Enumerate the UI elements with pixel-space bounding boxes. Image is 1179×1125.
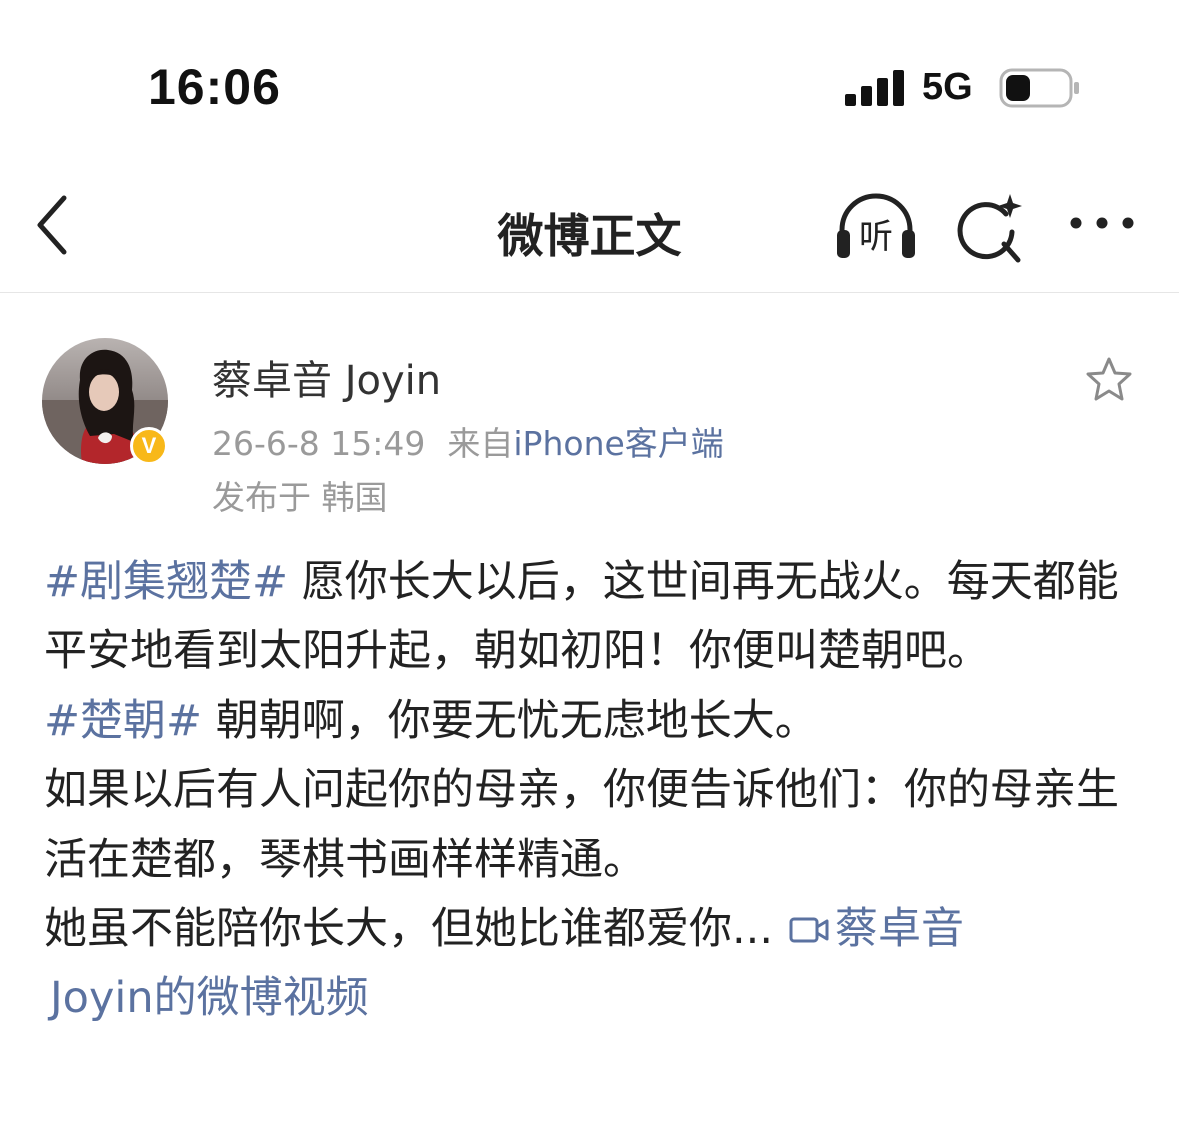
source-prefix: 来自 (447, 424, 514, 463)
status-time: 16:06 (148, 59, 281, 115)
cellular-signal-icon (845, 70, 905, 106)
post-paragraph-2: #楚朝# 朝朝啊，你要无忧无虑地长大。 (44, 687, 1144, 756)
listen-label: 听 (859, 217, 893, 257)
hashtag-link[interactable]: #剧集翘楚# (44, 557, 288, 607)
video-link-text[interactable]: Joyin的微博视频 (50, 973, 369, 1023)
post-body: #剧集翘楚# 愿你长大以后，这世间再无战火。每天都能平安地看到太阳升起，朝如初阳… (44, 548, 1144, 1034)
video-camera-icon (789, 917, 829, 943)
favorite-button[interactable] (1084, 355, 1134, 405)
search-button[interactable] (952, 190, 1028, 266)
status-bar: 16:06 5G (0, 0, 1179, 150)
more-button[interactable] (1066, 208, 1138, 238)
post-paragraph-5: Joyin的微博视频 (44, 964, 1144, 1033)
post-paragraph-1: #剧集翘楚# 愿你长大以后，这世间再无战火。每天都能平安地看到太阳升起，朝如初阳… (44, 548, 1144, 687)
more-dots-icon (1070, 217, 1134, 229)
post-paragraph-4: 她虽不能陪你长大，但她比谁都爱你... 蔡卓音 (44, 895, 1144, 964)
post-text: 她虽不能陪你长大，但她比谁都爱你... (44, 904, 774, 955)
battery-icon (999, 68, 1079, 108)
video-link[interactable]: 蔡卓音 (773, 904, 964, 954)
verified-badge: V (130, 427, 168, 465)
network-type: 5G (922, 66, 973, 108)
post-meta: 26-6-8 15:49 来自iPhone客户端 (212, 417, 724, 465)
star-icon (1086, 357, 1132, 401)
hashtag-link[interactable]: #楚朝# (44, 696, 202, 746)
source-link[interactable]: iPhone客户端 (513, 424, 723, 463)
post-location: 发布于 韩国 (212, 478, 388, 517)
video-link-text[interactable]: 蔡卓音 (835, 904, 964, 954)
post-paragraph-3: 如果以后有人问起你的母亲，你便告诉他们：你的母亲生活在楚都，琴棋书画样样精通。 (44, 765, 1119, 885)
listen-button[interactable]: 听 (834, 190, 918, 262)
author-name[interactable]: 蔡卓音 Joyin (212, 348, 441, 406)
post-text: 朝朝啊，你要无忧无虑地长大。 (202, 695, 818, 746)
search-sparkle-icon (957, 194, 1022, 263)
nav-bar: 微博正文 听 (0, 160, 1179, 293)
post-timestamp: 26-6-8 15:49 (212, 424, 426, 463)
